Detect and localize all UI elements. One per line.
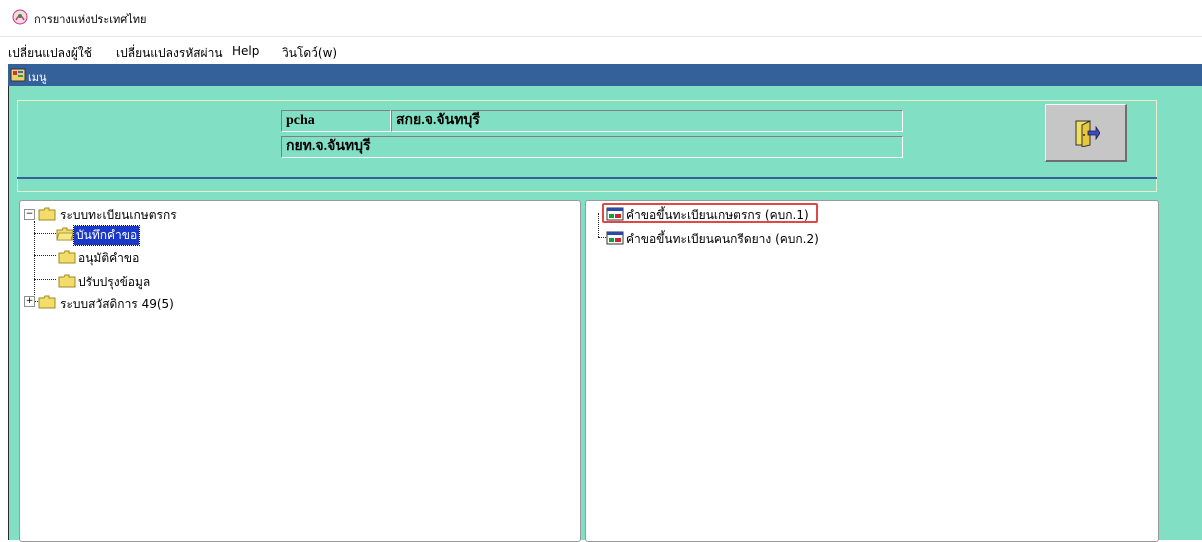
tree-collapse-toggle[interactable]: −: [24, 209, 35, 220]
tree-node-approve-request[interactable]: อนุมัติคำขอ: [78, 249, 139, 268]
tree-connector: [598, 213, 599, 237]
folder-icon: [58, 274, 76, 291]
tree-node-welfare-system[interactable]: ระบบสวัสดิการ 49(5): [60, 295, 174, 314]
menu-bar: เปลี่ยนแปลงผู้ใช้ เปลี่ยนแปลงรหัสผ่าน He…: [0, 42, 1202, 62]
department-field: กยท.จ.จันทบุรี: [281, 136, 903, 158]
menu-window[interactable]: วินโดว์(w): [282, 44, 337, 63]
menu-window-icon: [10, 67, 26, 83]
form-item-kbk1[interactable]: คำขอขึ้นทะเบียนเกษตรกร (คบก.1): [626, 206, 809, 225]
header-divider: [17, 177, 1157, 179]
system-tree-panel: − ระบบทะเบียนเกษตรกร บันทึกคำขอ อนุมัติค…: [19, 200, 581, 542]
tree-connector: [34, 255, 56, 256]
menu-change-password[interactable]: เปลี่ยนแปลงรหัสผ่าน: [116, 44, 223, 63]
tree-connector: [34, 233, 56, 234]
open-folder-icon: [38, 207, 56, 224]
tree-node-farmer-registry[interactable]: ระบบทะเบียนเกษตรกร: [60, 206, 177, 225]
app-titlebar: การยางแห่งประเทศไทย: [0, 0, 1202, 37]
exit-door-icon: [1075, 120, 1100, 147]
username-field: pcha: [281, 110, 391, 132]
tree-connector: [598, 237, 606, 238]
folder-icon: [38, 295, 56, 312]
form-window-icon: [606, 207, 624, 224]
folder-icon: [58, 250, 76, 267]
menu-help[interactable]: Help: [232, 44, 259, 58]
form-window-icon: [606, 231, 624, 248]
menu-window-titlebar: เมนู: [8, 64, 1202, 86]
app-logo-icon: [12, 9, 28, 25]
menu-change-user[interactable]: เปลี่ยนแปลงผู้ใช้: [8, 44, 92, 63]
tree-expand-toggle[interactable]: +: [24, 296, 35, 307]
open-folder-icon: [56, 227, 74, 244]
tree-connector: [34, 279, 56, 280]
forms-panel: คำขอขึ้นทะเบียนเกษตรกร (คบก.1) คำขอขึ้นท…: [585, 200, 1159, 542]
app-title: การยางแห่งประเทศไทย: [34, 13, 147, 26]
tree-node-update-data[interactable]: ปรับปรุงข้อมูล: [78, 273, 150, 292]
menu-window-title: เมนู: [28, 71, 47, 84]
form-item-kbk2[interactable]: คำขอขึ้นทะเบียนคนกรีดยาง (คบก.2): [626, 230, 819, 249]
menu-client-area: pcha สกย.จ.จันทบุรี กยท.จ.จันทบุรี − ระบ…: [8, 86, 1202, 542]
office-field: สกย.จ.จันทบุรี: [391, 110, 903, 132]
tree-node-record-request[interactable]: บันทึกคำขอ: [72, 225, 141, 246]
exit-button[interactable]: [1045, 104, 1127, 162]
